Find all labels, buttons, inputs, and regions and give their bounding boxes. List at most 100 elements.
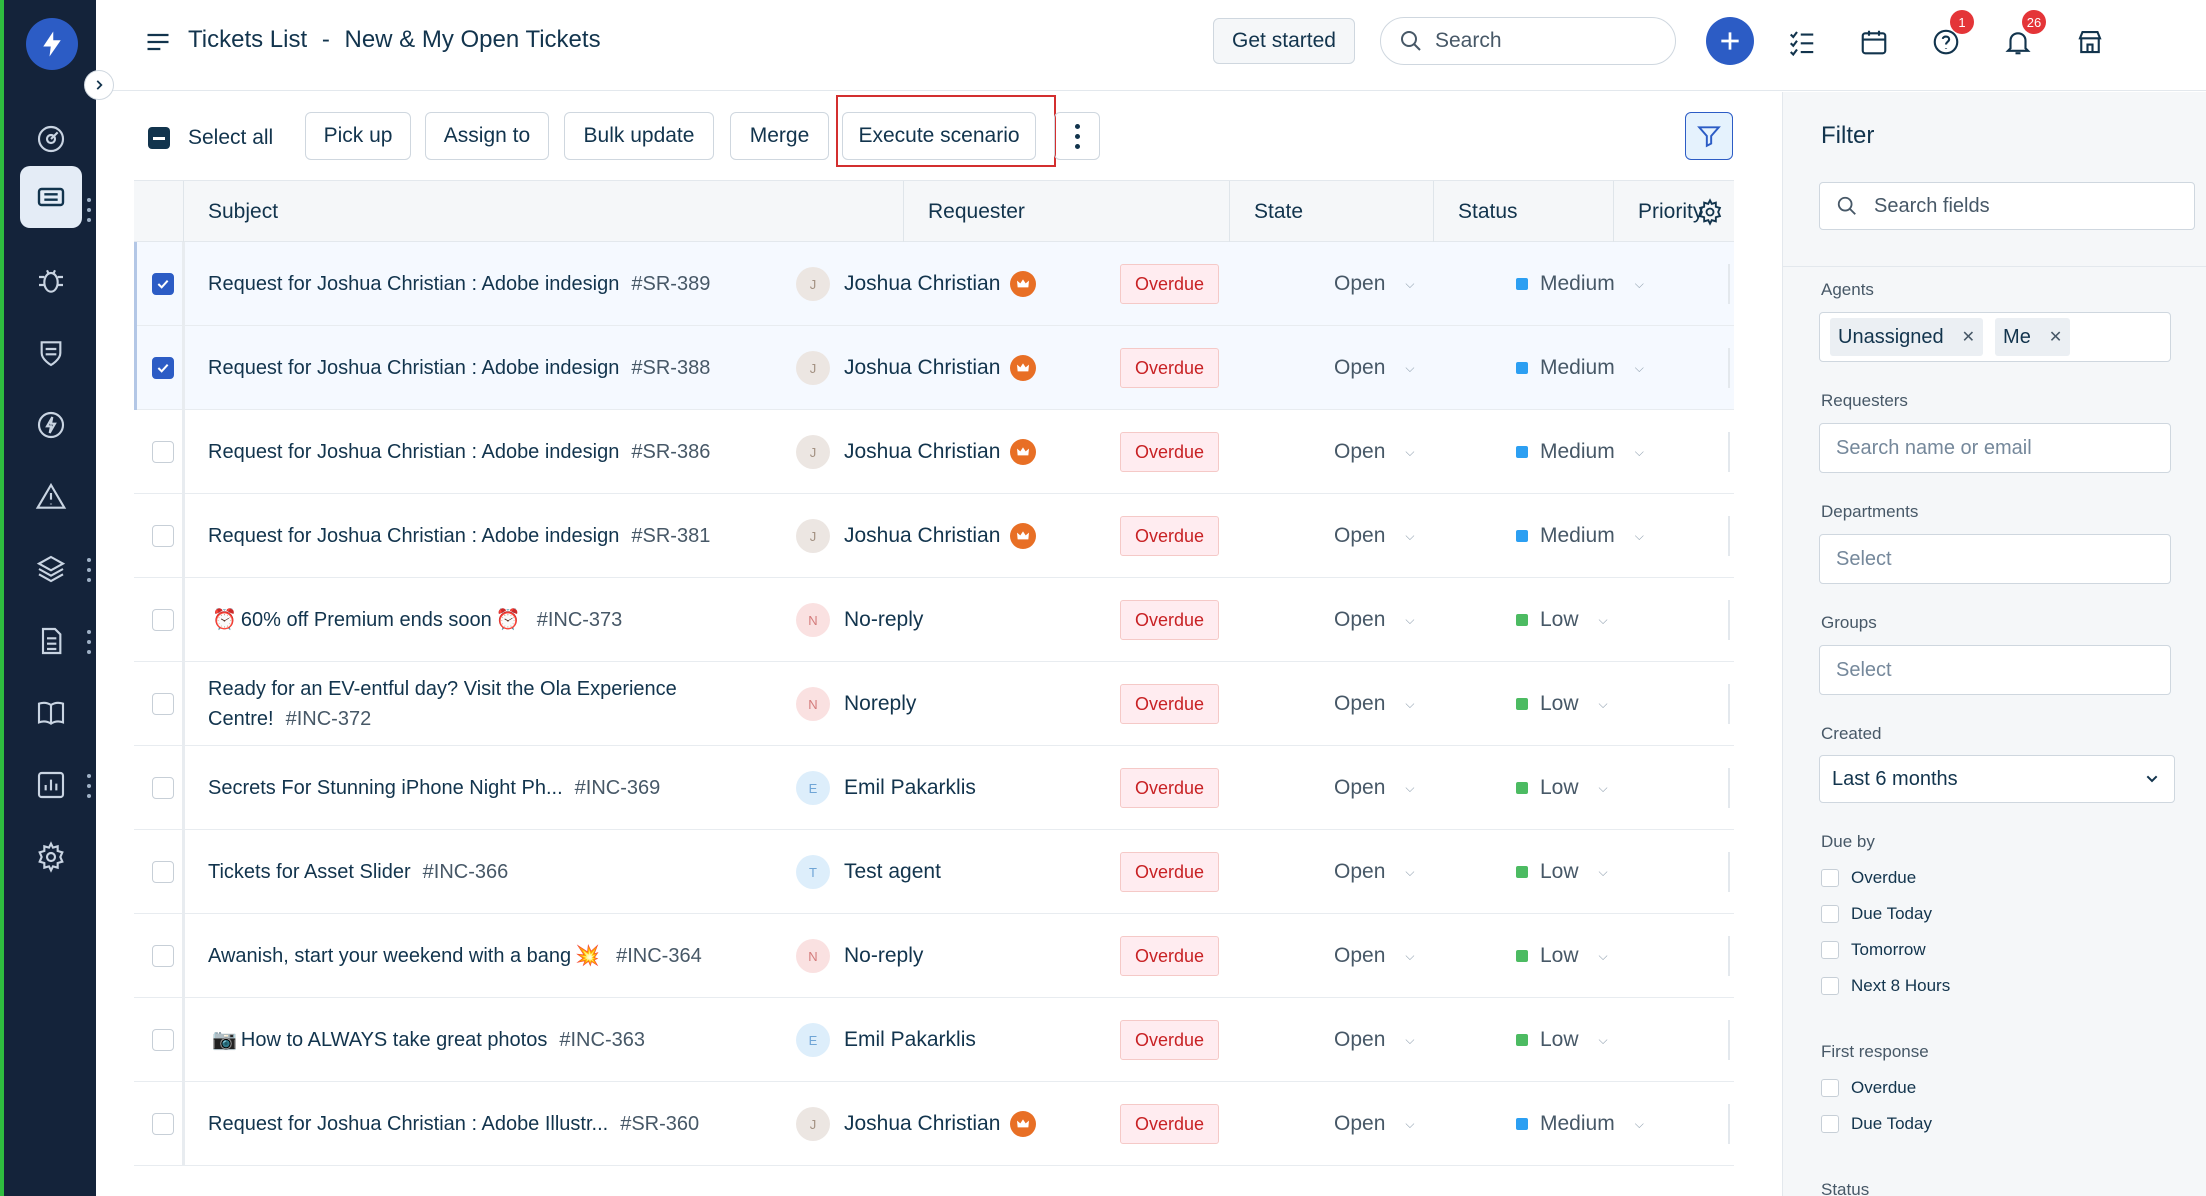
table-row[interactable]: ⏰ 60% off Premium ends soon ⏰ #INC-373 N No-r… — [134, 578, 1734, 662]
execute-scenario-button[interactable]: Execute scenario — [842, 112, 1036, 160]
requester-cell[interactable]: J Joshua Christian — [796, 1082, 1037, 1166]
ticket-subject-link[interactable]: Request for Joshua Christian : Adobe ind… — [208, 242, 728, 326]
ticket-subject-link[interactable]: ⏰ 60% off Premium ends soon ⏰ #INC-373 — [208, 578, 728, 662]
nav-purchase-more-icon[interactable] — [86, 630, 92, 654]
filter-search-fields-input[interactable]: Search fields — [1819, 182, 2195, 230]
row-checkbox[interactable] — [152, 1029, 174, 1051]
column-status[interactable]: Status — [1434, 181, 1614, 243]
column-state[interactable]: State — [1230, 181, 1434, 243]
status-dropdown[interactable]: Open ⌵ — [1334, 830, 1414, 914]
table-row[interactable]: Request for Joshua Christian : Adobe ind… — [134, 242, 1734, 326]
nav-tickets-icon[interactable] — [20, 166, 82, 228]
ticket-subject-link[interactable]: Request for Joshua Christian : Adobe ind… — [208, 494, 728, 578]
select-all-checkbox[interactable]: Select all — [148, 126, 273, 150]
table-row[interactable]: Secrets For Stunning iPhone Night Ph... #… — [134, 746, 1734, 830]
departments-select[interactable]: Select — [1819, 534, 2171, 584]
nav-changes-shield-icon[interactable] — [20, 322, 82, 384]
help-question-icon[interactable]: 1 — [1926, 10, 1974, 62]
pick-up-button[interactable]: Pick up — [305, 112, 411, 160]
priority-dropdown[interactable]: Low ⌵ — [1516, 830, 1608, 914]
nav-alerts-warning-icon[interactable] — [20, 466, 82, 528]
priority-dropdown[interactable]: Low ⌵ — [1516, 998, 1608, 1082]
nav-assets-layers-icon[interactable] — [20, 538, 82, 600]
ticket-subject-link[interactable]: 📷 How to ALWAYS take great photos #INC-363 — [208, 998, 728, 1082]
nav-analytics-more-icon[interactable] — [86, 774, 92, 798]
nav-problems-bug-icon[interactable] — [20, 250, 82, 312]
ticket-subject-link[interactable]: Ready for an EV-entful day? Visit the Ol… — [208, 662, 728, 746]
status-dropdown[interactable]: Open ⌵ — [1334, 326, 1414, 410]
assign-to-button[interactable]: Assign to — [425, 112, 549, 160]
requester-cell[interactable]: E Emil Pakarklis — [796, 746, 976, 830]
status-dropdown[interactable]: Open ⌵ — [1334, 662, 1414, 746]
column-priority[interactable]: Priority — [1614, 181, 1703, 243]
priority-dropdown[interactable]: Medium ⌵ — [1516, 242, 1644, 326]
ticket-subject-link[interactable]: Request for Joshua Christian : Adobe ind… — [208, 410, 728, 494]
filter-funnel-icon[interactable] — [1685, 112, 1733, 160]
calendar-icon[interactable] — [1854, 22, 1894, 62]
merge-button[interactable]: Merge — [730, 112, 829, 160]
ticket-subject-link[interactable]: Secrets For Stunning iPhone Night Ph... #… — [208, 746, 728, 830]
status-dropdown[interactable]: Open ⌵ — [1334, 998, 1414, 1082]
todo-checklist-icon[interactable] — [1782, 22, 1822, 62]
table-row[interactable]: Request for Joshua Christian : Adobe ind… — [134, 410, 1734, 494]
nav-solutions-book-icon[interactable] — [20, 682, 82, 744]
requesters-input[interactable]: Search name or email — [1819, 423, 2171, 473]
table-row[interactable]: Request for Joshua Christian : Adobe ind… — [134, 326, 1734, 410]
row-checkbox[interactable] — [152, 1113, 174, 1135]
groups-select[interactable]: Select — [1819, 645, 2171, 695]
requester-cell[interactable]: N No-reply — [796, 914, 923, 998]
ticket-subject-link[interactable]: Request for Joshua Christian : Adobe Ill… — [208, 1082, 728, 1166]
nav-assets-more-icon[interactable] — [86, 558, 92, 582]
notifications-bell-icon[interactable]: 26 — [1998, 10, 2046, 62]
first-response-today-checkbox[interactable]: Due Today — [1821, 1114, 1932, 1134]
apps-store-icon[interactable] — [2070, 22, 2110, 62]
requester-cell[interactable]: T Test agent — [796, 830, 941, 914]
requester-cell[interactable]: J Joshua Christian — [796, 410, 1037, 494]
column-requester[interactable]: Requester — [904, 181, 1230, 243]
status-dropdown[interactable]: Open ⌵ — [1334, 746, 1414, 830]
row-checkbox[interactable] — [152, 525, 174, 547]
row-checkbox[interactable] — [152, 693, 174, 715]
nav-tickets-more-icon[interactable] — [86, 198, 92, 222]
row-checkbox[interactable] — [152, 441, 174, 463]
priority-dropdown[interactable]: Low ⌵ — [1516, 746, 1608, 830]
table-row[interactable]: Tickets for Asset Slider #INC-366 T Test ag… — [134, 830, 1734, 914]
column-subject[interactable]: Subject — [184, 181, 904, 243]
row-checkbox[interactable] — [152, 861, 174, 883]
requester-cell[interactable]: E Emil Pakarklis — [796, 998, 976, 1082]
priority-dropdown[interactable]: Medium ⌵ — [1516, 326, 1644, 410]
column-settings-gear-icon[interactable] — [1686, 181, 1734, 243]
due-by-next-8-hours-checkbox[interactable]: Next 8 Hours — [1821, 976, 1950, 996]
requester-cell[interactable]: N No-reply — [796, 578, 923, 662]
remove-chip-close-icon[interactable]: ✕ — [2049, 327, 2062, 347]
status-dropdown[interactable]: Open ⌵ — [1334, 410, 1414, 494]
table-row[interactable]: Request for Joshua Christian : Adobe Ill… — [134, 1082, 1734, 1166]
priority-dropdown[interactable]: Medium ⌵ — [1516, 1082, 1644, 1166]
agent-chip-me[interactable]: Me ✕ — [1995, 318, 2071, 356]
page-title[interactable]: Tickets List - New & My Open Tickets — [188, 26, 601, 54]
ticket-subject-link[interactable]: Request for Joshua Christian : Adobe ind… — [208, 326, 728, 410]
expand-nav-chevron-icon[interactable] — [84, 70, 114, 100]
ticket-subject-link[interactable]: Awanish, start your weekend with a bang 💥… — [208, 914, 728, 998]
requester-cell[interactable]: J Joshua Christian — [796, 242, 1037, 326]
priority-dropdown[interactable]: Low ⌵ — [1516, 662, 1608, 746]
row-checkbox[interactable] — [152, 357, 174, 379]
due-by-today-checkbox[interactable]: Due Today — [1821, 904, 1932, 924]
get-started-button[interactable]: Get started — [1213, 18, 1355, 64]
created-select[interactable]: Last 6 months — [1819, 755, 2175, 803]
first-response-overdue-checkbox[interactable]: Overdue — [1821, 1078, 1916, 1098]
status-dropdown[interactable]: Open ⌵ — [1334, 578, 1414, 662]
table-row[interactable]: Awanish, start your weekend with a bang 💥… — [134, 914, 1734, 998]
table-row[interactable]: Request for Joshua Christian : Adobe ind… — [134, 494, 1734, 578]
row-checkbox[interactable] — [152, 273, 174, 295]
priority-dropdown[interactable]: Low ⌵ — [1516, 914, 1608, 998]
due-by-overdue-checkbox[interactable]: Overdue — [1821, 868, 1916, 888]
bulk-update-button[interactable]: Bulk update — [564, 112, 714, 160]
status-dropdown[interactable]: Open ⌵ — [1334, 242, 1414, 326]
global-search-input[interactable]: Search — [1380, 17, 1676, 65]
nav-dashboard-icon[interactable] — [20, 108, 82, 170]
nav-analytics-chart-icon[interactable] — [20, 754, 82, 816]
nav-releases-icon[interactable] — [20, 394, 82, 456]
due-by-tomorrow-checkbox[interactable]: Tomorrow — [1821, 940, 1926, 960]
remove-chip-close-icon[interactable]: ✕ — [1962, 327, 1975, 347]
